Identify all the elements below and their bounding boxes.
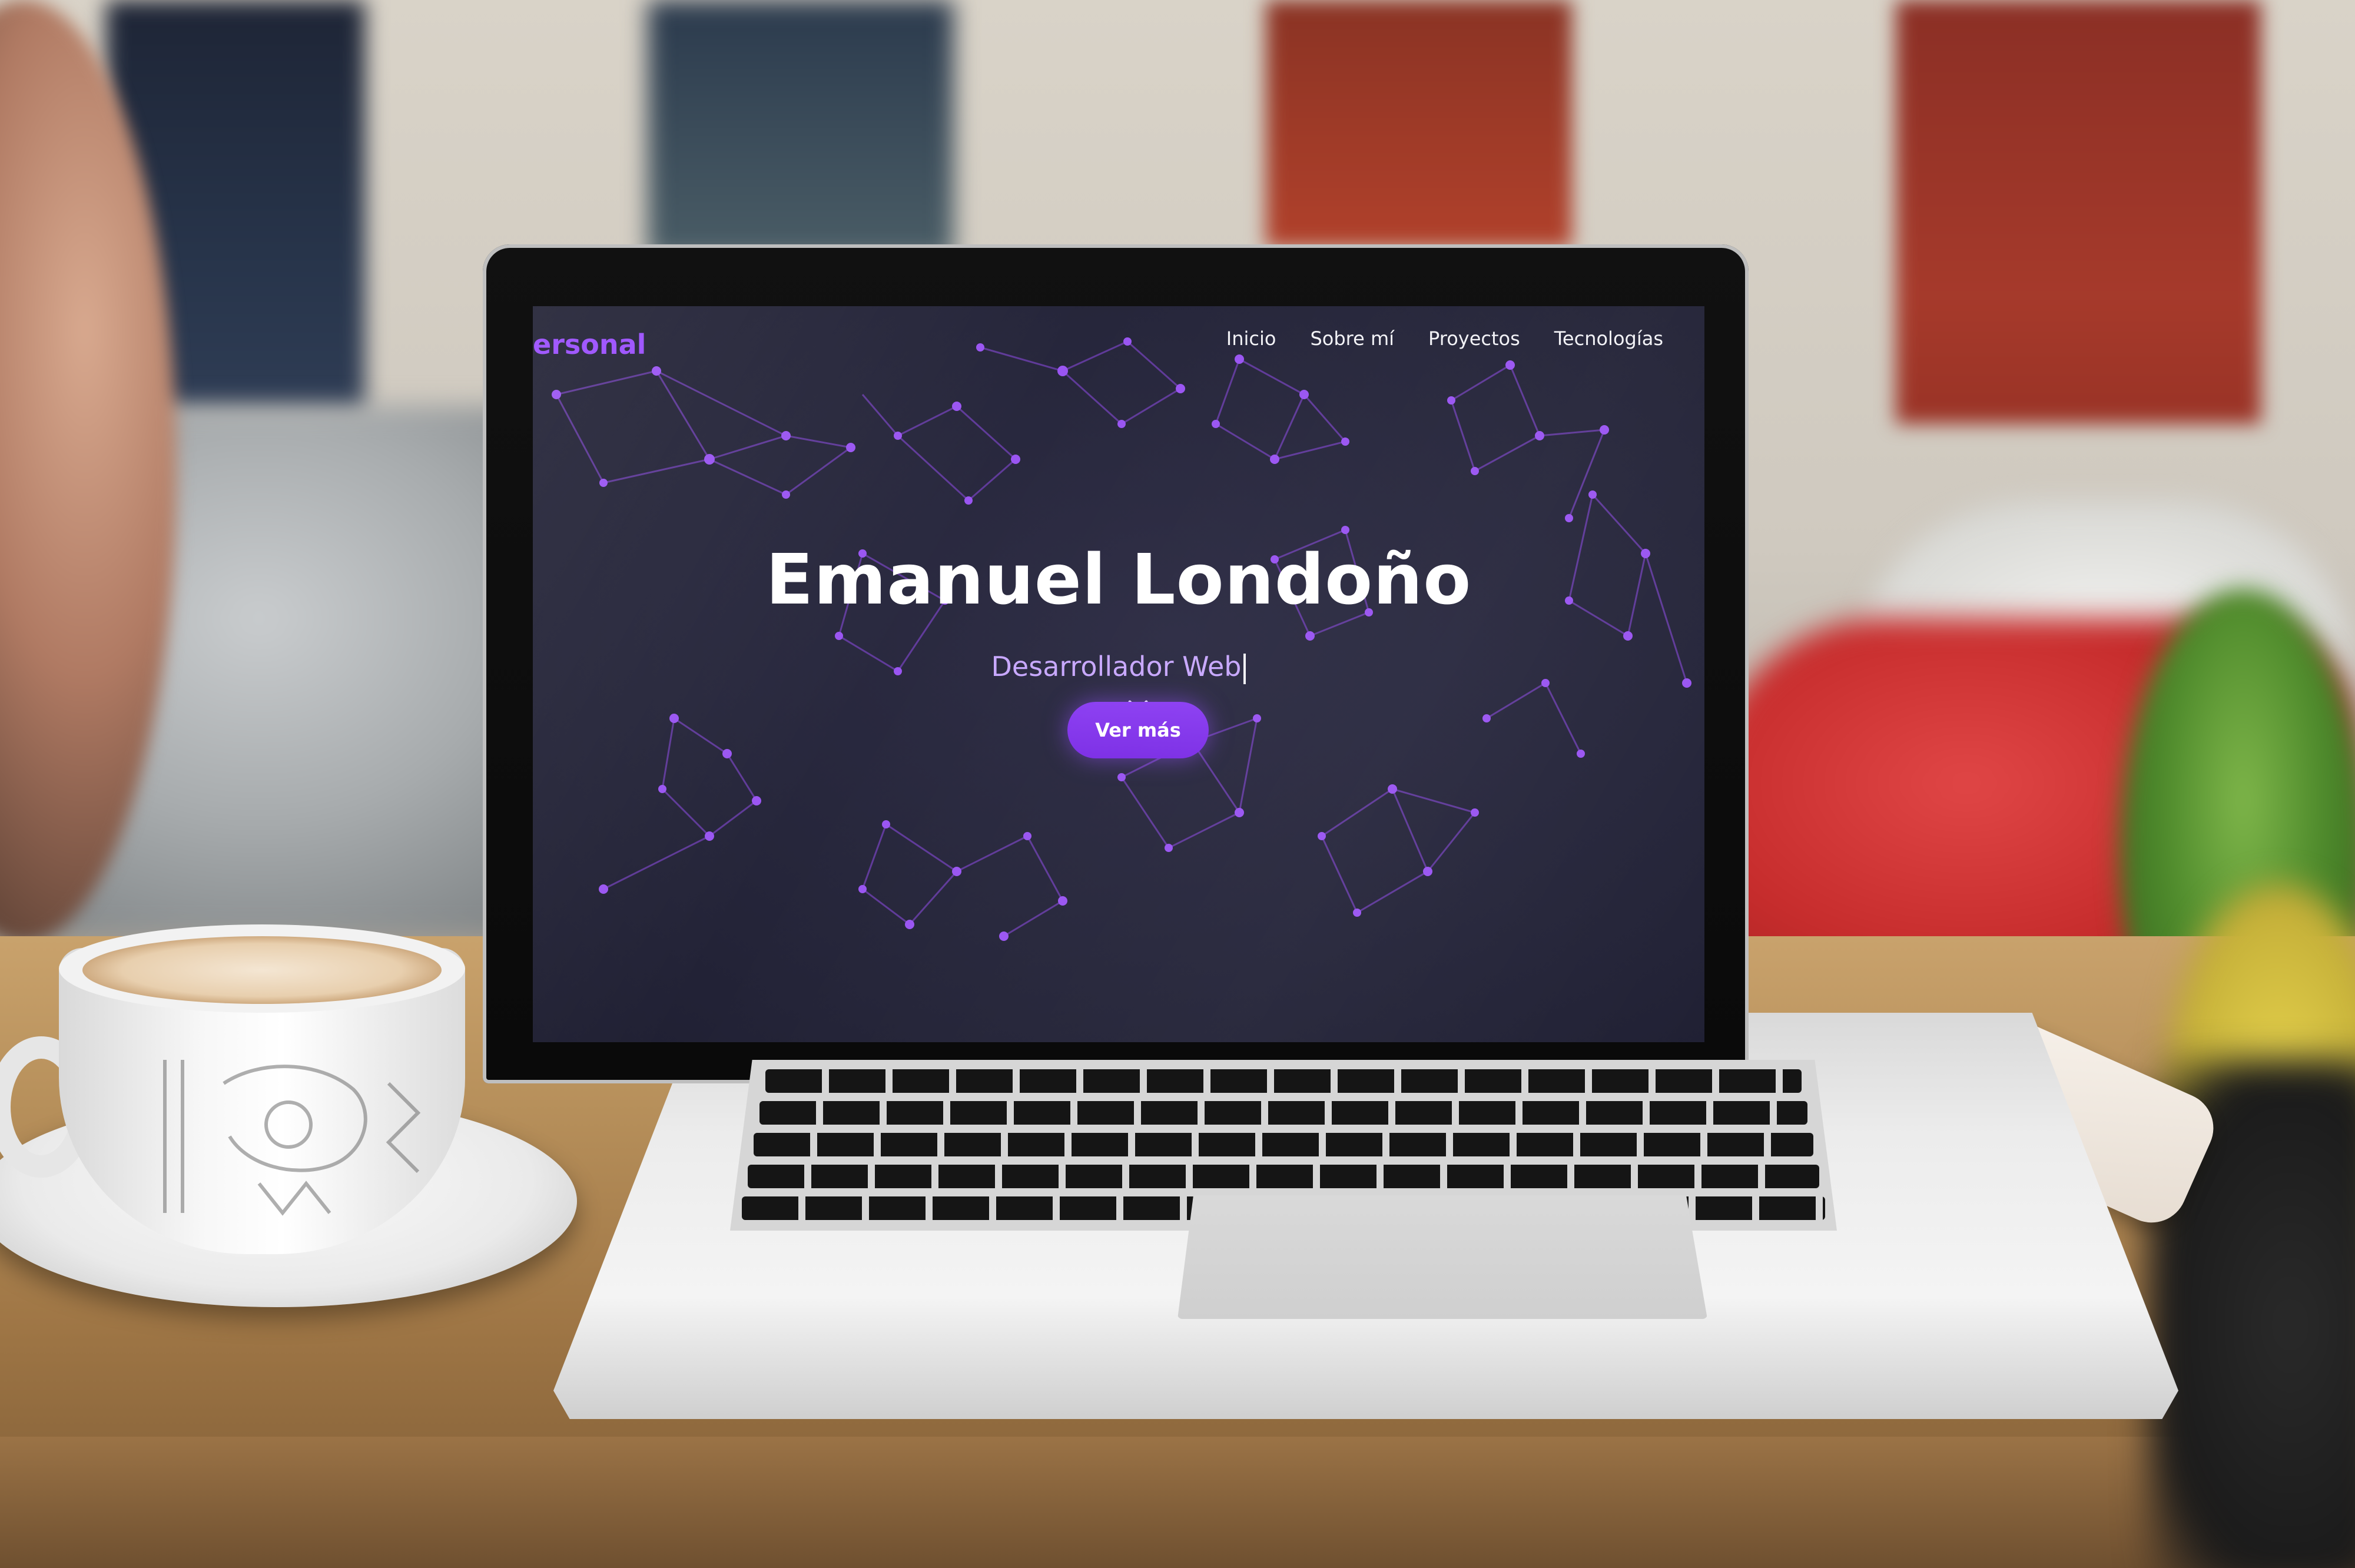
site-logo[interactable]: ersonal xyxy=(533,329,646,360)
key-row xyxy=(748,1165,1819,1188)
site-nav: Inicio Sobre mí Proyectos Tecnologías xyxy=(1226,327,1663,350)
cup-pattern xyxy=(163,1060,421,1216)
trackpad xyxy=(1178,1195,1707,1319)
coffee xyxy=(82,936,442,1004)
key-row xyxy=(759,1101,1807,1125)
ver-mas-button[interactable]: Ver más xyxy=(1067,702,1209,758)
hero-title: Emanuel Londoño xyxy=(765,539,1472,620)
hero-subtitle-wrap: Desarrollador Web xyxy=(533,651,1704,684)
key-row xyxy=(765,1069,1802,1093)
background-panel xyxy=(1896,0,2261,424)
typing-cursor xyxy=(1243,653,1246,684)
photo-scene: ersonal Inicio Sobre mí Proyectos Tecnol… xyxy=(0,0,2355,1568)
background-window xyxy=(648,0,954,259)
nav-link-sobre-mi[interactable]: Sobre mí xyxy=(1310,327,1394,350)
nav-link-tecnologias[interactable]: Tecnologías xyxy=(1554,327,1663,350)
table-edge xyxy=(0,1437,2355,1568)
nav-link-inicio[interactable]: Inicio xyxy=(1226,327,1276,350)
hero-subtitle: Desarrollador Web xyxy=(991,651,1242,682)
site-header: ersonal Inicio Sobre mí Proyectos Tecnol… xyxy=(533,306,1704,383)
key-row xyxy=(754,1133,1813,1156)
background-door xyxy=(1266,0,1572,247)
laptop-screen: ersonal Inicio Sobre mí Proyectos Tecnol… xyxy=(533,306,1704,1042)
nav-link-proyectos[interactable]: Proyectos xyxy=(1428,327,1520,350)
